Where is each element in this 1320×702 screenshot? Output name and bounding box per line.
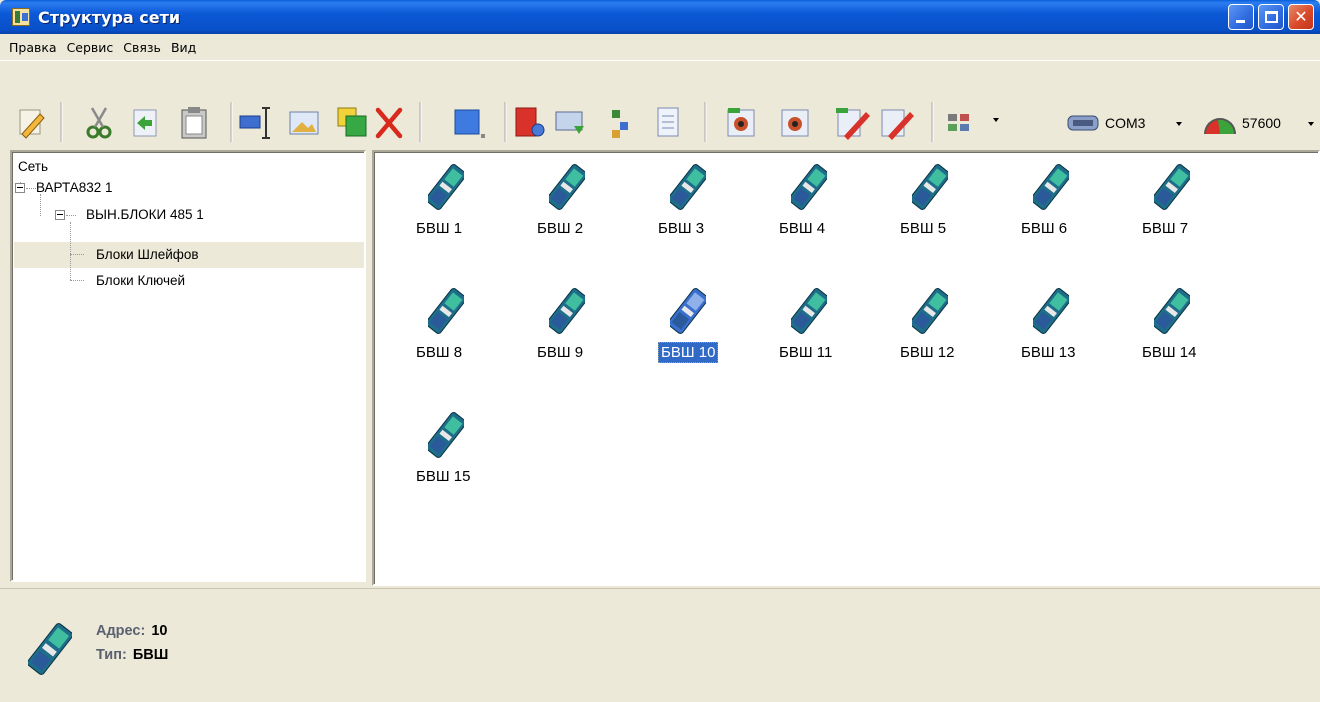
title-bar[interactable]: Структура сети ✕ <box>0 0 1320 34</box>
baudrate-select[interactable]: 57600 <box>1242 115 1281 131</box>
maximize-button[interactable] <box>1258 4 1284 30</box>
device-item[interactable]: БВШ 15 <box>392 402 492 502</box>
device-item[interactable]: БВШ 12 <box>876 278 976 378</box>
menu-view[interactable]: Вид <box>166 40 201 55</box>
device-item[interactable]: БВШ 6 <box>997 154 1097 254</box>
menu-bar: Правка Сервис Связь Вид <box>0 34 1320 60</box>
device-label: БВШ 4 <box>779 220 826 237</box>
status-type: Тип: БВШ <box>96 647 168 663</box>
device-item[interactable]: БВШ 14 <box>1118 278 1218 378</box>
window-title: Структура сети <box>38 7 181 27</box>
device-module-icon <box>791 288 827 334</box>
device-item[interactable]: БВШ 7 <box>1118 154 1218 254</box>
device-label: БВШ 15 <box>416 468 471 485</box>
device-module-icon <box>428 164 464 210</box>
device-label: БВШ 1 <box>416 220 463 237</box>
baudrate-dropdown-arrow[interactable] <box>1308 122 1314 126</box>
device-label: БВШ 7 <box>1142 220 1189 237</box>
device-item[interactable]: БВШ 13 <box>997 278 1097 378</box>
device-module-icon <box>912 164 948 210</box>
minimize-icon <box>1236 20 1245 23</box>
menu-connection[interactable]: Связь <box>118 40 166 55</box>
device-label: БВШ 11 <box>779 344 833 361</box>
device-label: БВШ 14 <box>1142 344 1197 361</box>
minimize-button[interactable] <box>1228 4 1254 30</box>
status-address-label: Адрес: <box>96 623 146 639</box>
tree-item-remote-blocks[interactable]: ВЫН.БЛОКИ 485 1 <box>86 204 204 226</box>
status-type-value: БВШ <box>132 647 169 663</box>
device-module-icon <box>428 288 464 334</box>
port-dropdown-arrow[interactable] <box>1176 122 1182 126</box>
toolbar <box>0 60 1320 148</box>
tree-item-loop-blocks[interactable]: Блоки Шлейфов <box>96 244 199 266</box>
device-module-icon <box>670 164 706 210</box>
device-module-icon <box>670 288 706 334</box>
device-module-icon <box>549 288 585 334</box>
device-item[interactable]: БВШ 4 <box>755 154 855 254</box>
tree-collapse-icon[interactable] <box>55 210 65 220</box>
network-tree[interactable]: Сеть ВАРТА832 1 ВЫН.БЛОКИ 485 1 Блоки Шл… <box>10 150 366 582</box>
status-address-value: 10 <box>151 623 168 639</box>
tree-root[interactable]: Сеть <box>18 156 48 178</box>
menu-edit[interactable]: Правка <box>4 40 62 55</box>
device-module-icon <box>1033 164 1069 210</box>
device-label: БВШ 3 <box>658 220 705 237</box>
port-select[interactable]: COM3 <box>1105 115 1145 131</box>
tree-collapse-icon[interactable] <box>15 183 25 193</box>
device-item[interactable]: БВШ 10 <box>634 278 734 378</box>
close-icon: ✕ <box>1294 7 1308 26</box>
device-module-icon <box>1154 164 1190 210</box>
app-network-icon <box>12 8 30 26</box>
device-label: БВШ 2 <box>537 220 584 237</box>
menu-service[interactable]: Сервис <box>62 40 119 55</box>
device-item[interactable]: БВШ 3 <box>634 154 734 254</box>
device-module-icon <box>1033 288 1069 334</box>
device-item[interactable]: БВШ 5 <box>876 154 976 254</box>
device-module-icon <box>1154 288 1190 334</box>
status-type-label: Тип: <box>96 647 127 663</box>
close-button[interactable]: ✕ <box>1288 4 1314 30</box>
tree-item-key-blocks[interactable]: Блоки Ключей <box>96 270 185 292</box>
app-window: Структура сети ✕ Правка Сервис Связь Вид <box>0 0 1320 702</box>
device-module-icon <box>28 623 72 675</box>
device-module-icon <box>791 164 827 210</box>
device-label: БВШ 6 <box>1021 220 1068 237</box>
device-label: БВШ 8 <box>416 344 463 361</box>
device-item[interactable]: БВШ 1 <box>392 154 492 254</box>
device-view[interactable]: БВШ 1 БВШ 2 БВШ 3 БВШ 4 БВШ 5 БВШ 6 БВШ 7 БВШ 8… <box>372 150 1320 586</box>
device-module-icon <box>428 412 464 458</box>
status-address: Адрес: 10 <box>96 623 167 639</box>
device-module-icon <box>549 164 585 210</box>
device-item[interactable]: БВШ 2 <box>513 154 613 254</box>
status-panel: Адрес: 10 Тип: БВШ <box>0 588 1320 702</box>
device-module-icon <box>912 288 948 334</box>
device-label: БВШ 10 <box>634 342 734 363</box>
device-item[interactable]: БВШ 8 <box>392 278 492 378</box>
device-item[interactable]: БВШ 11 <box>755 278 855 378</box>
device-label: БВШ 9 <box>537 344 584 361</box>
device-label: БВШ 5 <box>900 220 947 237</box>
device-label: БВШ 13 <box>1021 344 1076 361</box>
device-item[interactable]: БВШ 9 <box>513 278 613 378</box>
maximize-icon <box>1265 11 1278 23</box>
tree-item-varta[interactable]: ВАРТА832 1 <box>36 177 113 199</box>
device-label: БВШ 12 <box>900 344 955 361</box>
